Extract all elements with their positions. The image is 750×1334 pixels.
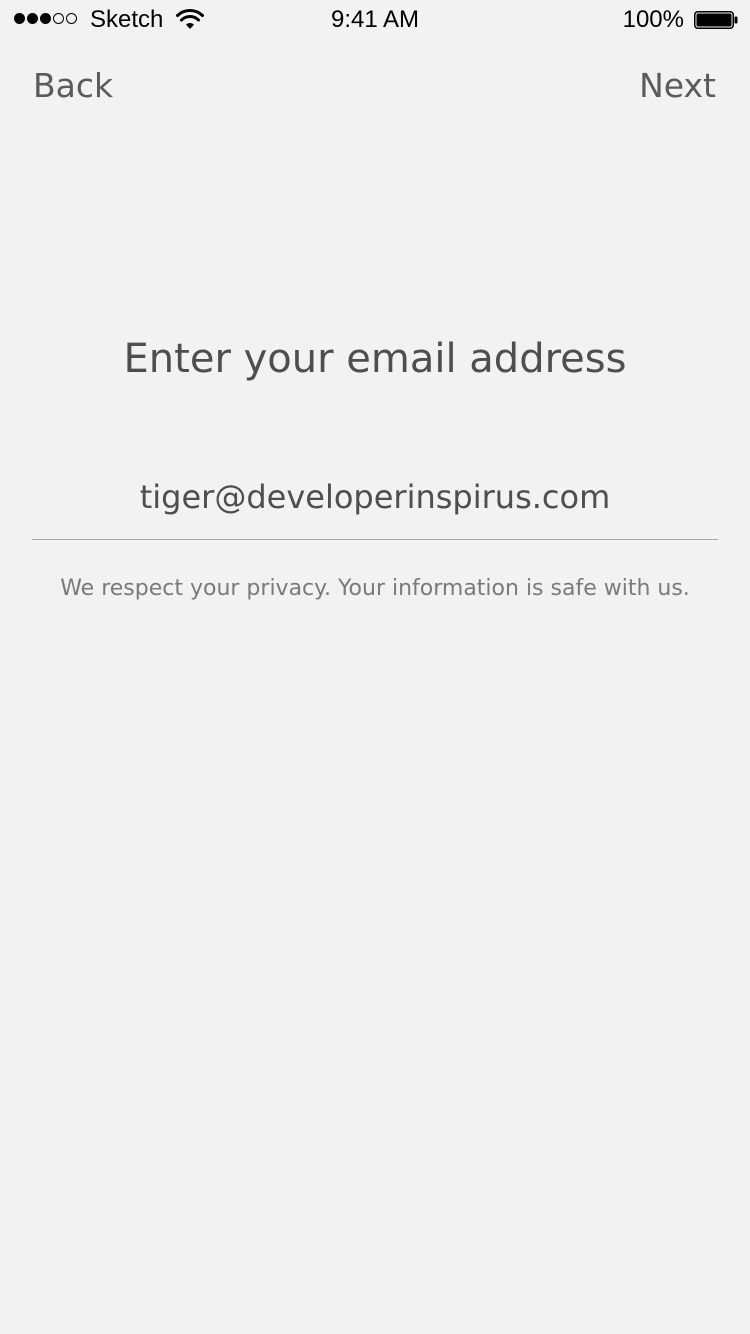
- email-field[interactable]: [32, 472, 718, 540]
- battery-icon: [694, 11, 738, 29]
- next-button[interactable]: Next: [639, 66, 716, 105]
- back-button[interactable]: Back: [33, 66, 113, 105]
- status-bar: Sketch 9:41 AM 100%: [0, 0, 750, 40]
- page-title: Enter your email address: [123, 336, 627, 382]
- privacy-note: We respect your privacy. Your informatio…: [60, 576, 690, 601]
- battery-percent: 100%: [622, 6, 684, 33]
